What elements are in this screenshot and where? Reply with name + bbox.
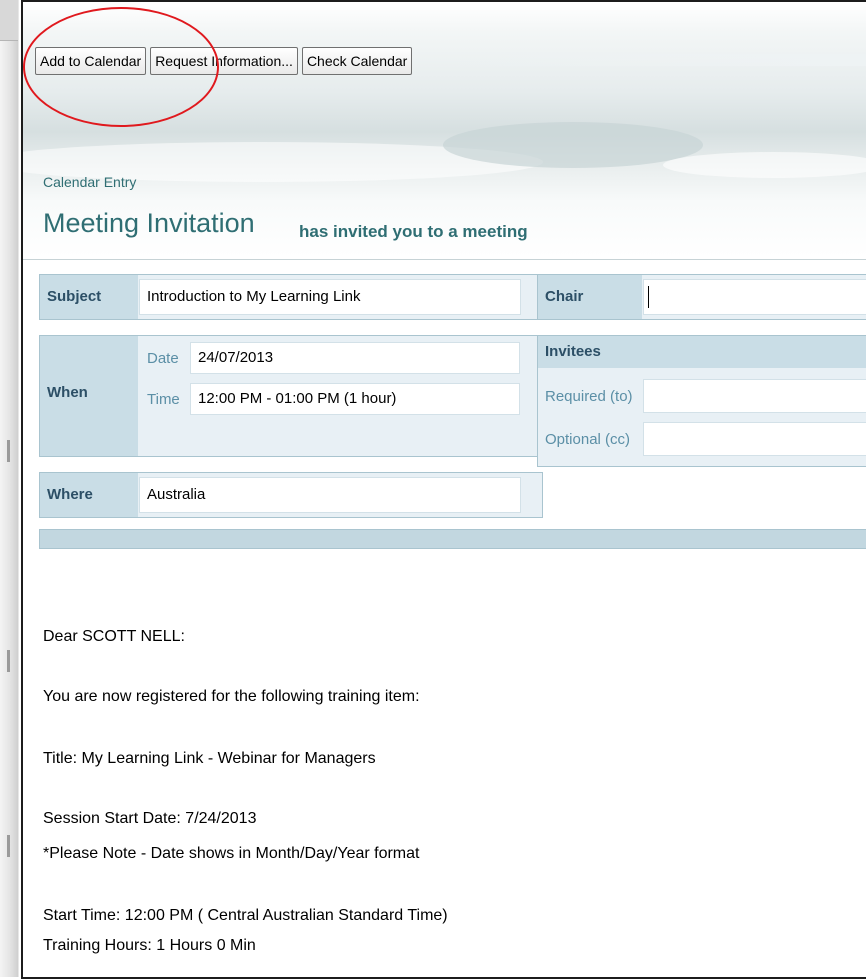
calendar-entry-label: Calendar Entry (43, 174, 137, 190)
invitees-label: Invitees (538, 336, 866, 368)
training-title-text: Title: My Learning Link - Webinar for Ma… (43, 750, 376, 767)
left-pane-marker (7, 440, 10, 462)
start-time-text: Start Time: 12:00 PM ( Central Australia… (43, 907, 448, 924)
chair-section: Chair (537, 274, 866, 320)
text-cursor (648, 286, 649, 308)
where-label: Where (40, 473, 138, 517)
subject-section: Subject Introduction to My Learning Link (39, 274, 543, 320)
header-separator (23, 259, 866, 260)
banner-decoration (443, 54, 866, 66)
date-format-note: *Please Note - Date shows in Month/Day/Y… (43, 845, 420, 862)
optional-field[interactable] (643, 422, 866, 456)
chair-label: Chair (538, 275, 642, 319)
required-field[interactable] (643, 379, 866, 413)
training-hours-text: Training Hours: 1 Hours 0 Min (43, 937, 256, 954)
action-toolbar: Add to Calendar Request Information... C… (35, 47, 413, 75)
greeting-text: Dear SCOTT NELL: (43, 628, 185, 645)
invitation-subtitle: has invited you to a meeting (299, 222, 528, 241)
where-section: Where Australia (39, 472, 543, 518)
calendar-entry-window: Add to Calendar Request Information... C… (21, 0, 866, 979)
date-field[interactable]: 24/07/2013 (190, 342, 520, 374)
time-field[interactable]: 12:00 PM - 01:00 PM (1 hour) (190, 383, 520, 415)
chair-field[interactable] (643, 279, 866, 315)
invitees-section: Invitees Required (to) Optional (cc) (537, 335, 866, 467)
left-pane-tab (0, 0, 18, 41)
registered-text: You are now registered for the following… (43, 688, 420, 705)
check-calendar-button[interactable]: Check Calendar (301, 47, 413, 75)
page-title: Meeting Invitation (43, 208, 255, 238)
banner-wave (443, 122, 703, 168)
left-pane-marker (7, 650, 10, 672)
add-to-calendar-button[interactable]: Add to Calendar (35, 47, 147, 75)
time-label: Time (147, 391, 180, 408)
optional-label: Optional (cc) (545, 431, 631, 448)
left-window-edge (0, 0, 22, 977)
where-field[interactable]: Australia (139, 477, 521, 513)
date-label: Date (147, 350, 179, 367)
when-label: When (40, 336, 138, 456)
session-start-text: Session Start Date: 7/24/2013 (43, 810, 257, 827)
when-section: When Date 24/07/2013 Time 12:00 PM - 01:… (39, 335, 543, 457)
form-footer-bar (39, 529, 866, 549)
request-information-button[interactable]: Request Information... (150, 47, 298, 75)
subject-label: Subject (40, 275, 138, 319)
banner-wave (663, 152, 866, 178)
subject-field[interactable]: Introduction to My Learning Link (139, 279, 521, 315)
left-pane-marker (7, 835, 10, 857)
required-label: Required (to) (545, 388, 633, 405)
